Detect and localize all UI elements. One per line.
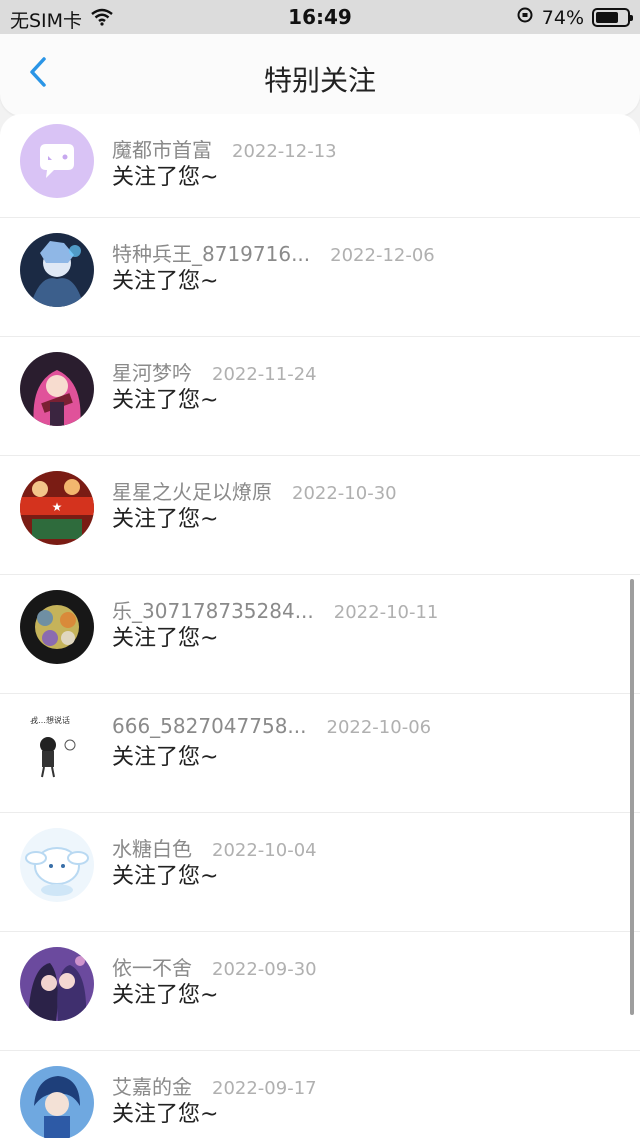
item-meta: 666_5827047758... 2022-10-06	[112, 714, 431, 738]
follow-date: 2022-11-24	[212, 364, 317, 385]
avatar[interactable]	[20, 947, 94, 1021]
avatar[interactable]: 我…想说话	[20, 709, 94, 783]
avatar[interactable]: ★	[20, 471, 94, 545]
list-item[interactable]: 乐_307178735284... 2022-10-11 关注了您~	[0, 575, 640, 694]
follow-message: 关注了您~	[112, 983, 219, 1008]
battery-level	[596, 12, 619, 23]
battery-percent: 74%	[541, 6, 584, 29]
nav-bar: 特别关注	[0, 34, 640, 116]
list-item[interactable]: 星河梦吟 2022-11-24 关注了您~	[0, 337, 640, 456]
follow-message: 关注了您~	[112, 165, 219, 190]
svg-text:我…想说话: 我…想说话	[30, 715, 70, 725]
list-item[interactable]: 依一不舍 2022-09-30 关注了您~	[0, 932, 640, 1051]
orientation-lock-icon	[516, 6, 534, 29]
avatar[interactable]	[20, 352, 94, 426]
follow-date: 2022-09-17	[212, 1078, 317, 1099]
follow-message: 关注了您~	[112, 1102, 219, 1127]
follow-date: 2022-12-13	[232, 141, 337, 162]
list-item[interactable]: 特种兵王_8719716... 2022-12-06 关注了您~	[0, 218, 640, 337]
follow-date: 2022-09-30	[212, 959, 317, 980]
avatar[interactable]	[20, 590, 94, 664]
follow-date: 2022-10-04	[212, 840, 317, 861]
follow-date: 2022-10-30	[292, 483, 397, 504]
follow-date: 2022-10-11	[333, 602, 439, 623]
avatar[interactable]	[20, 828, 94, 902]
status-bar: 无SIM卡 16:49 74%	[0, 0, 640, 34]
follow-list: 魔都市首富 2022-12-13 关注了您~ 特种兵王_8719716... 2…	[0, 114, 640, 1138]
list-item[interactable]: 水糖白色 2022-10-04 关注了您~	[0, 813, 640, 932]
follow-message: 关注了您~	[112, 626, 219, 651]
follow-message: 关注了您~	[112, 507, 219, 532]
follow-message: 关注了您~	[112, 864, 219, 889]
follow-message: 关注了您~	[112, 269, 219, 294]
avatar[interactable]	[20, 1066, 94, 1138]
user-name[interactable]: 666_5827047758...	[112, 714, 307, 738]
battery-icon	[592, 8, 633, 27]
avatar[interactable]	[20, 124, 94, 198]
scrollbar[interactable]	[630, 579, 634, 1015]
follow-date: 2022-10-06	[326, 717, 432, 738]
list-item[interactable]: 我…想说话 666_5827047758... 2022-10-06 关注了您~	[0, 694, 640, 813]
status-right: 74%	[516, 6, 633, 29]
list-item[interactable]: 艾嘉的金 2022-09-17 关注了您~	[0, 1051, 640, 1138]
follow-message: 关注了您~	[112, 388, 219, 413]
avatar[interactable]	[20, 233, 94, 307]
list-item[interactable]: 魔都市首富 2022-12-13 关注了您~	[0, 114, 640, 218]
follow-date: 2022-12-06	[330, 245, 435, 266]
page-title: 特别关注	[263, 64, 376, 97]
follow-message: 关注了您~	[112, 745, 219, 770]
list-item[interactable]: ★ 星星之火足以燎原 2022-10-30 关注了您~	[0, 456, 640, 575]
svg-text:★: ★	[52, 500, 63, 514]
